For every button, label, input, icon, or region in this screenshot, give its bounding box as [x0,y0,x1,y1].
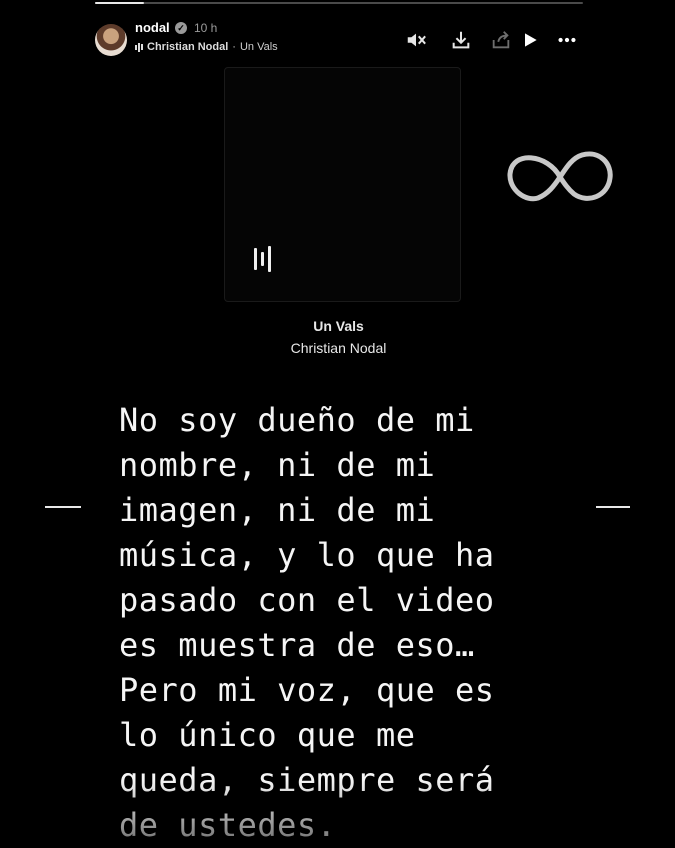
bottom-fade [81,780,596,844]
equalizer-icon [254,246,271,272]
left-divider [45,506,81,508]
album-art-sticker[interactable] [224,67,461,302]
music-song: Un Vals [239,41,278,53]
mute-button[interactable] [404,28,428,52]
verified-badge-icon: ✓ [175,22,187,34]
sticker-artist-name: Christian Nodal [290,340,387,356]
share-icon [492,31,510,49]
more-icon [558,37,576,43]
story-progress-bar [95,2,583,4]
music-artist: Christian Nodal [147,41,229,53]
avatar[interactable] [95,24,127,56]
audio-wave-icon [135,42,143,52]
play-button[interactable] [518,28,542,52]
right-divider [596,506,630,508]
play-icon [525,33,537,47]
story-progress-fill [95,2,144,4]
download-icon [452,31,470,49]
timestamp: 10 h [194,21,218,35]
mute-icon [407,33,426,47]
share-button[interactable] [489,28,513,52]
sticker-song-title: Un Vals [313,318,364,334]
infinity-icon [507,151,613,202]
download-button[interactable] [449,28,473,52]
music-separator: · [232,41,236,53]
music-attribution[interactable]: Christian Nodal · Un Vals [135,41,278,53]
more-options-button[interactable] [555,28,579,52]
story-viewer[interactable]: nodal ✓ 10 h Christian Nodal · Un Vals U… [81,0,596,844]
username[interactable]: nodal [135,20,170,35]
